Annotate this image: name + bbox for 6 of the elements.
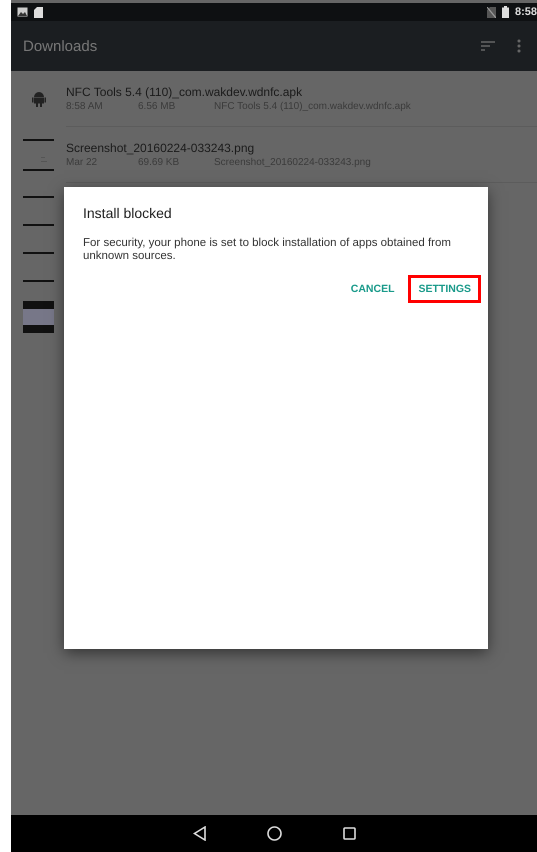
app-title: Downloads <box>23 38 98 54</box>
file-name: Screenshot_20160224-033243.png <box>66 141 256 155</box>
dialog-message: For security, your phone is set to block installation of apps obtained from unknown sources. <box>83 237 452 264</box>
file-name: NFC Tools 5.4 (110)_com.wakdev.wdnfc.apk <box>66 85 304 99</box>
clock-time: 8:58 <box>514 6 537 18</box>
dialog-title: Install blocked <box>83 205 173 221</box>
